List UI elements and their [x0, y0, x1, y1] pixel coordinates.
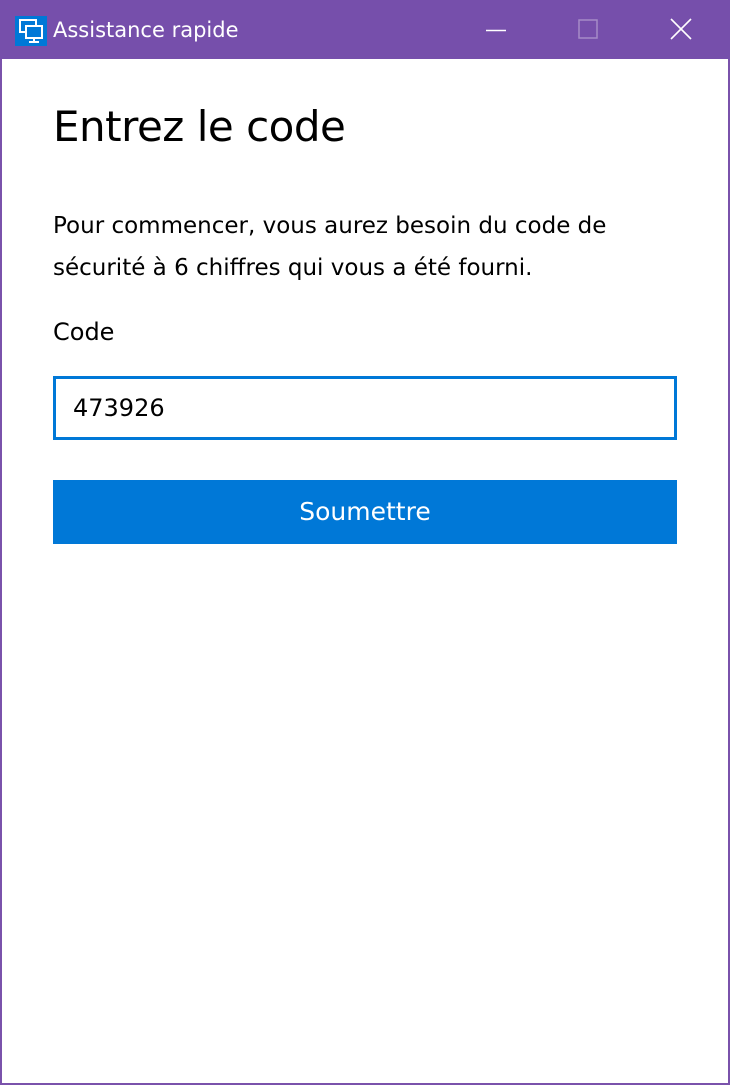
maximize-button[interactable] — [542, 0, 634, 59]
title-bar[interactable]: Assistance rapide — [0, 0, 730, 59]
window-title: Assistance rapide — [53, 18, 239, 42]
maximize-icon — [578, 19, 598, 39]
minimize-icon — [486, 29, 506, 32]
code-label: Code — [53, 318, 115, 346]
close-button[interactable] — [634, 0, 726, 59]
page-title: Entrez le code — [53, 102, 346, 151]
quick-assist-window: Assistance rapide Entrez le code Pour co… — [0, 0, 730, 1085]
quick-assist-monitor-icon — [15, 16, 47, 46]
instructions-text: Pour commencer, vous aurez besoin du cod… — [53, 213, 607, 281]
submit-button[interactable]: Soumettre — [53, 480, 677, 544]
minimize-button[interactable] — [450, 0, 542, 59]
code-input[interactable] — [53, 376, 677, 440]
close-icon — [670, 18, 692, 40]
